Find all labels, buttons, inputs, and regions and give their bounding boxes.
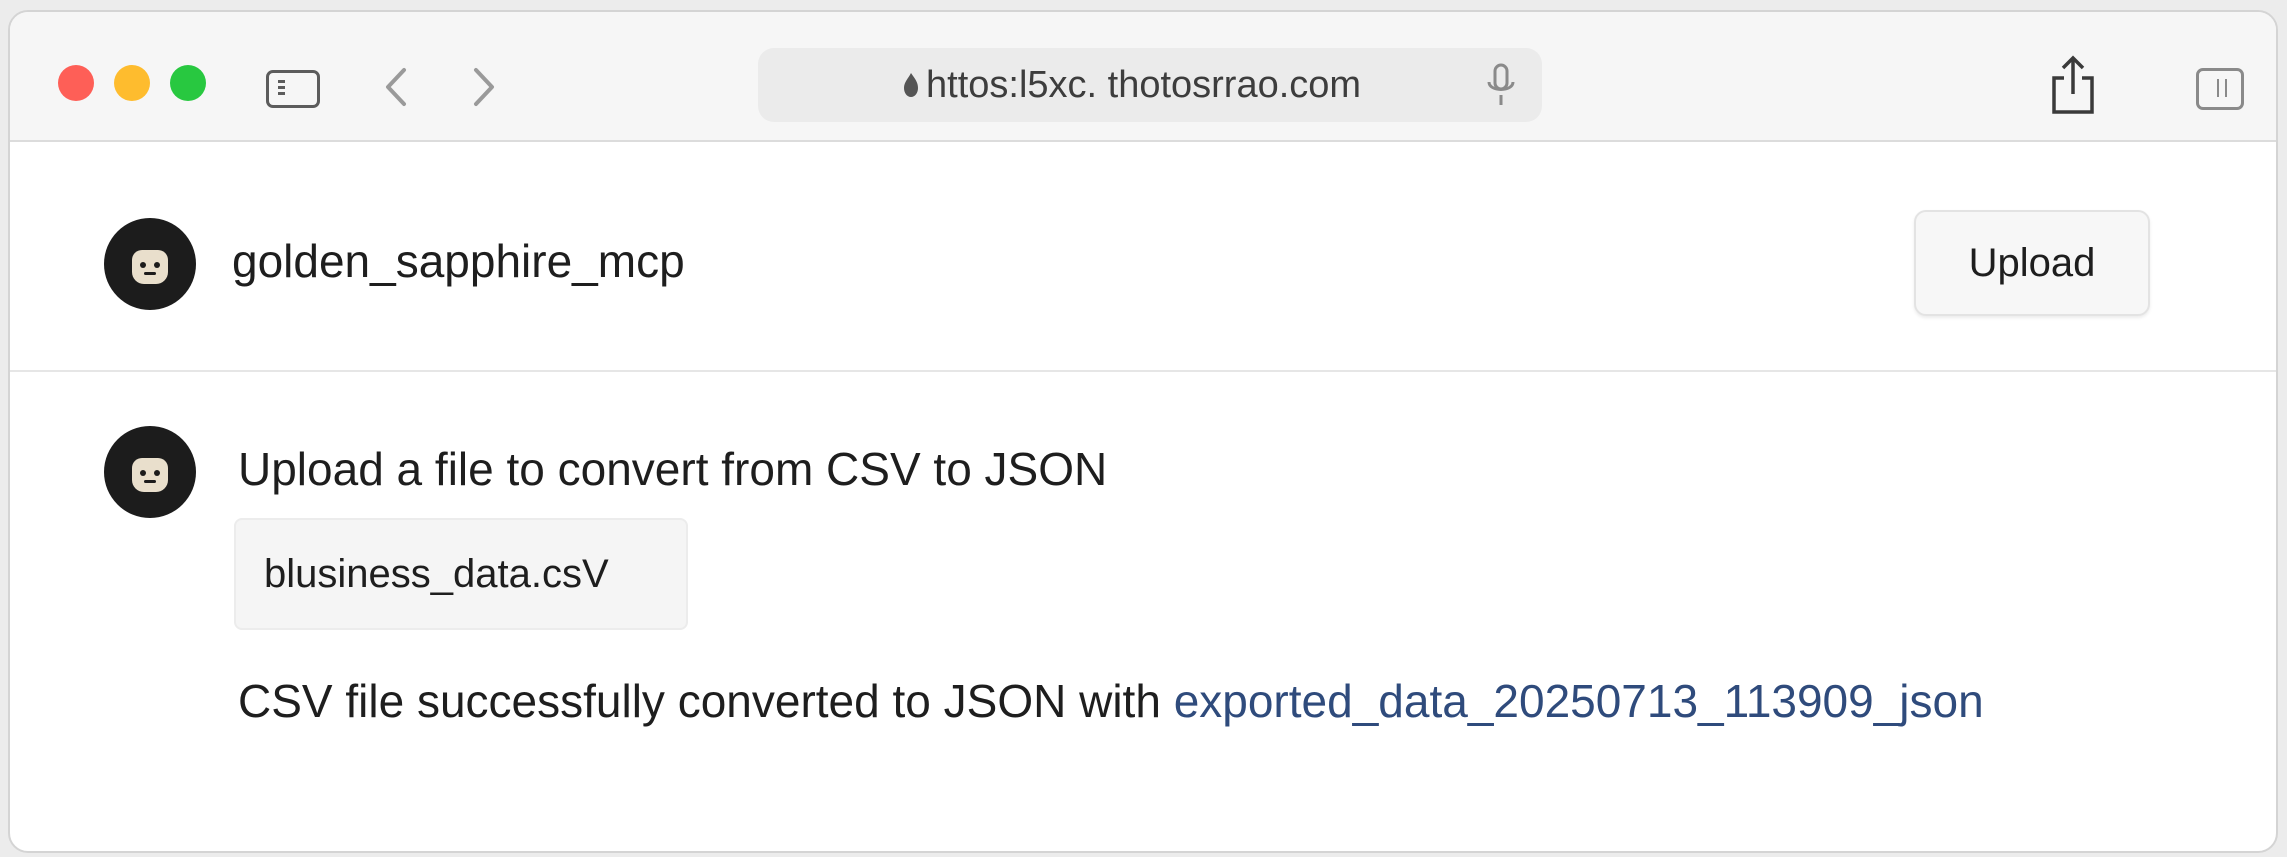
- sidebar-icon[interactable]: [266, 70, 320, 108]
- address-bar[interactable]: httos:l5xc. thotosrrao.com: [758, 48, 1542, 122]
- chat-header: golden_sapphire_mcp Upload: [10, 142, 2276, 372]
- share-icon[interactable]: [2046, 54, 2100, 116]
- username: golden_sapphire_mcp: [232, 235, 685, 287]
- lock-icon: [904, 73, 918, 97]
- avatar-face-icon: [132, 458, 168, 492]
- url-text: httos:l5xc. thotosrrao.com: [926, 64, 1362, 106]
- avatar-face-icon: [132, 250, 168, 284]
- avatar: [104, 218, 196, 310]
- result-text: CSV file successfully converted to JSON …: [238, 675, 1174, 727]
- zoom-window-button[interactable]: [170, 65, 206, 101]
- browser-window: httos:l5xc. thotosrrao.com golden_sapphi…: [8, 10, 2278, 853]
- microphone-icon[interactable]: [1484, 62, 1518, 108]
- message-text: Upload a file to convert from CSV to JSO…: [238, 443, 1108, 495]
- tabs-overview-icon[interactable]: [2196, 68, 2244, 110]
- browser-toolbar: httos:l5xc. thotosrrao.com: [10, 12, 2276, 142]
- minimize-window-button[interactable]: [114, 65, 150, 101]
- file-attachment[interactable]: blusiness_data.csV: [234, 518, 688, 630]
- close-window-button[interactable]: [58, 65, 94, 101]
- upload-button[interactable]: Upload: [1914, 210, 2150, 316]
- avatar: [104, 426, 196, 518]
- result-file-link[interactable]: exported_data_20250713_113909_json: [1174, 675, 1984, 727]
- chevron-left-icon[interactable]: [378, 62, 414, 112]
- result-message: CSV file successfully converted to JSON …: [238, 666, 1984, 736]
- chevron-right-icon[interactable]: [466, 62, 502, 112]
